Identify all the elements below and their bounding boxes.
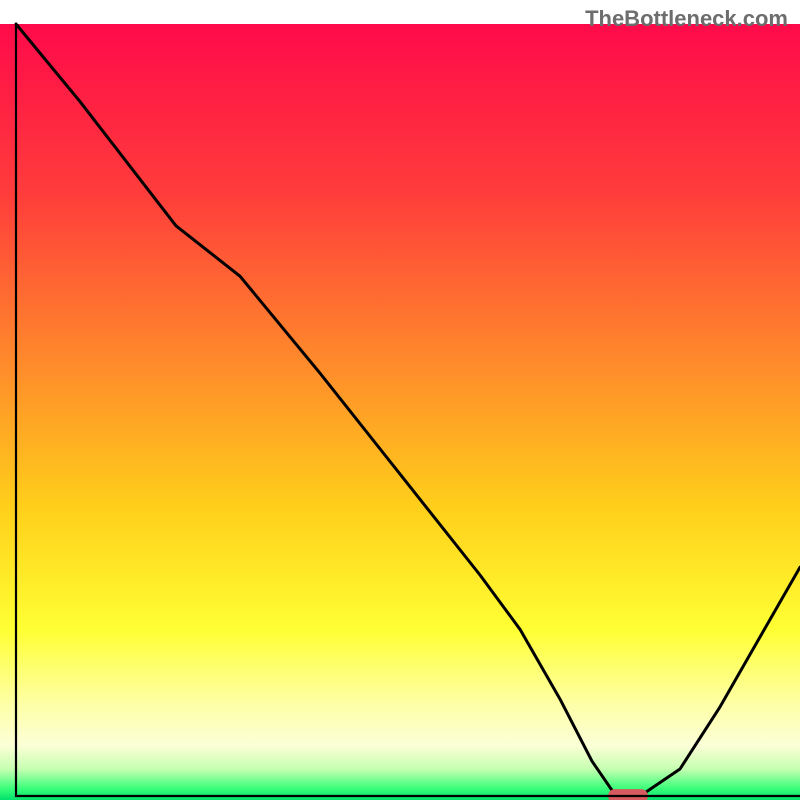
- chart-svg: [0, 0, 800, 800]
- chart-container: TheBottleneck.com: [0, 0, 800, 800]
- optimal-marker: [608, 789, 648, 800]
- watermark-text: TheBottleneck.com: [585, 6, 788, 32]
- chart-background: [0, 24, 800, 800]
